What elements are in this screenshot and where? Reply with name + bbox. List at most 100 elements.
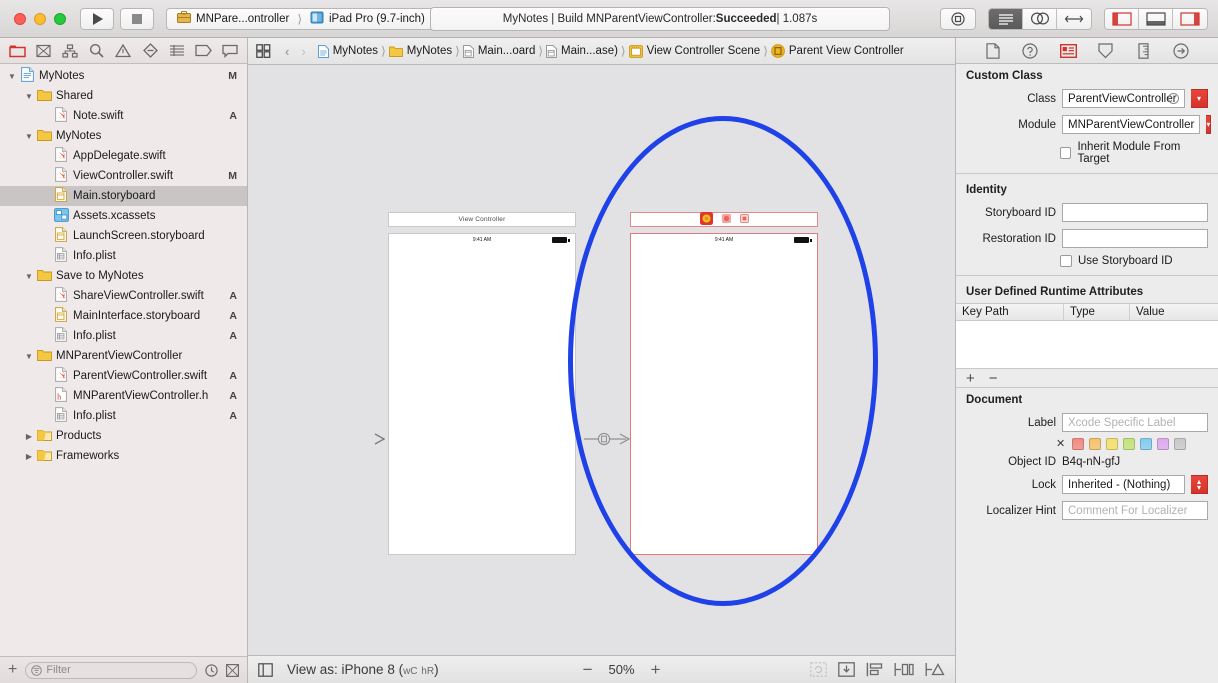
quick-help-inspector-tab[interactable] [1018, 42, 1042, 60]
breadcrumb-item[interactable]: View Controller Scene [628, 44, 760, 58]
inherit-module-row[interactable]: Inherit Module From Target [956, 139, 1218, 169]
jump-bar-back-button[interactable]: ‹ [281, 44, 293, 59]
report-navigator-tab[interactable] [219, 42, 241, 60]
jump-bar-forward-button[interactable]: › [297, 44, 309, 59]
color-swatch[interactable] [1140, 437, 1153, 450]
use-storyboard-id-row[interactable]: Use Storyboard ID [956, 253, 1218, 271]
file-tree-row[interactable]: Assets.xcassets [0, 206, 247, 226]
localizer-hint-input[interactable]: Comment For Localizer [1062, 501, 1208, 520]
add-new-constraints-button[interactable] [894, 662, 914, 677]
breadcrumb-item[interactable]: Main...ase) [546, 44, 618, 58]
toggle-debug-area-button[interactable] [1139, 8, 1173, 29]
view-as-control[interactable]: View as: iPhone 8 (wC hR) [287, 662, 439, 677]
file-tree-row[interactable]: ▼ MyNotes [0, 126, 247, 146]
inherit-module-checkbox[interactable] [1060, 147, 1072, 159]
project-file-tree[interactable]: ▼ MyNotes M ▼ Shared Note.swift A ▼ MyNotes AppDe… [0, 64, 247, 656]
color-swatch[interactable] [1072, 437, 1085, 450]
disclosure-triangle-closed-icon[interactable]: ▶ [23, 452, 35, 461]
toggle-inspector-button[interactable] [1173, 8, 1207, 29]
standard-editor-button[interactable] [989, 8, 1023, 29]
resolve-auto-layout-issues-button[interactable] [925, 662, 945, 677]
file-tree-row[interactable]: ParentViewController.swift A [0, 366, 247, 386]
assistant-editor-button[interactable] [1023, 8, 1057, 29]
test-navigator-tab[interactable] [139, 42, 161, 60]
color-swatch[interactable] [1089, 437, 1102, 450]
breadcrumb-item[interactable]: Parent View Controller [770, 44, 904, 58]
add-runtime-attribute-button[interactable]: + [966, 370, 975, 387]
run-button[interactable] [80, 7, 114, 30]
use-storyboard-id-checkbox[interactable] [1060, 255, 1072, 267]
file-tree-row[interactable]: ▶ Frameworks [0, 446, 247, 466]
file-tree-row[interactable]: Info.plist [0, 246, 247, 266]
module-dropdown-button[interactable]: ▾ [1206, 115, 1212, 134]
align-button[interactable] [866, 662, 883, 677]
file-inspector-tab[interactable] [981, 42, 1005, 60]
scheme-destination-control[interactable]: MNPare...ontroller ⟩ iPad Pro (9.7-inch) [166, 7, 436, 30]
stop-button[interactable] [120, 7, 154, 30]
disclosure-triangle-open-icon[interactable]: ▼ [6, 72, 18, 81]
class-input[interactable]: ParentViewController + [1062, 89, 1185, 108]
file-tree-row[interactable]: LaunchScreen.storyboard [0, 226, 247, 246]
file-tree-row[interactable]: h MNParentViewController.h A [0, 386, 247, 406]
file-tree-row[interactable]: ▶ Products [0, 426, 247, 446]
color-swatch[interactable] [1157, 437, 1170, 450]
scene-title-bar-left[interactable]: View Controller [388, 212, 576, 227]
zoom-out-button[interactable]: − [583, 661, 593, 678]
view-controller-icon[interactable] [699, 212, 713, 227]
view-toggles-segmented-control[interactable] [1104, 7, 1208, 30]
toggle-navigator-button[interactable] [1105, 8, 1139, 29]
file-tree-row[interactable]: Info.plist A [0, 326, 247, 346]
phone-preview-right[interactable]: 9:41 AM [630, 233, 818, 555]
scene-parent-view-controller[interactable]: 9:41 AM [630, 212, 818, 555]
document-outline-toggle-icon[interactable] [258, 662, 273, 677]
restoration-id-input[interactable] [1062, 229, 1208, 248]
lock-stepper-button[interactable]: ▴ ▾ [1191, 475, 1208, 494]
editor-mode-segmented-control[interactable] [988, 7, 1092, 30]
storyboard-id-input[interactable] [1062, 203, 1208, 222]
source-control-filter-icon[interactable] [226, 663, 239, 677]
identity-inspector-tab[interactable] [1056, 42, 1080, 60]
add-file-button[interactable]: + [8, 662, 17, 678]
runtime-attributes-table-body[interactable] [956, 321, 1218, 369]
find-navigator-tab[interactable] [86, 42, 108, 60]
scene-dock-bar[interactable] [630, 212, 818, 227]
breadcrumb-item[interactable]: MyNotes [317, 44, 378, 58]
color-swatch[interactable] [1174, 437, 1187, 450]
module-input[interactable]: MNParentViewController [1062, 115, 1201, 134]
disclosure-triangle-closed-icon[interactable]: ▶ [23, 432, 35, 441]
remove-runtime-attribute-button[interactable]: − [989, 370, 998, 387]
lock-select[interactable]: Inherited - (Nothing) [1062, 475, 1185, 494]
file-tree-row[interactable]: ▼ Shared [0, 86, 247, 106]
project-navigator-tab[interactable] [6, 42, 28, 60]
attributes-inspector-tab[interactable] [1094, 42, 1118, 60]
file-tree-row[interactable]: ▼ MyNotes M [0, 66, 247, 86]
disclosure-triangle-open-icon[interactable]: ▼ [23, 92, 35, 101]
first-responder-icon[interactable] [721, 214, 731, 225]
zoom-window-button[interactable] [54, 12, 66, 25]
symbol-navigator-tab[interactable] [59, 42, 81, 60]
file-tree-row[interactable]: ▼ MNParentViewController [0, 346, 247, 366]
class-dropdown-button[interactable]: ▾ [1191, 89, 1208, 108]
disclosure-triangle-open-icon[interactable]: ▼ [23, 132, 35, 141]
library-button[interactable] [940, 7, 976, 30]
recent-files-filter-icon[interactable] [205, 663, 218, 677]
disclosure-triangle-open-icon[interactable]: ▼ [23, 272, 35, 281]
embed-in-button[interactable] [838, 662, 855, 677]
exit-icon[interactable] [739, 214, 749, 225]
file-tree-row[interactable]: Main.storyboard [0, 186, 247, 206]
file-tree-row[interactable]: ▼ Save to MyNotes [0, 266, 247, 286]
filter-input[interactable]: Filter [25, 661, 197, 679]
breakpoint-navigator-tab[interactable] [192, 42, 214, 60]
file-tree-row[interactable]: ShareViewController.swift A [0, 286, 247, 306]
minimize-window-button[interactable] [34, 12, 46, 25]
file-tree-row[interactable]: Info.plist A [0, 406, 247, 426]
disclosure-triangle-open-icon[interactable]: ▼ [23, 352, 35, 361]
plus-circle-icon[interactable]: + [1168, 93, 1179, 104]
scene-view-controller[interactable]: View Controller 9:41 AM [388, 212, 576, 555]
breadcrumb-item[interactable]: MyNotes [388, 45, 452, 57]
color-swatch[interactable] [1106, 437, 1119, 450]
document-label-input[interactable]: Xcode Specific Label [1062, 413, 1208, 432]
file-tree-row[interactable]: Note.swift A [0, 106, 247, 126]
file-tree-row[interactable]: AppDelegate.swift [0, 146, 247, 166]
breadcrumb-item[interactable]: Main...oard [462, 44, 535, 58]
